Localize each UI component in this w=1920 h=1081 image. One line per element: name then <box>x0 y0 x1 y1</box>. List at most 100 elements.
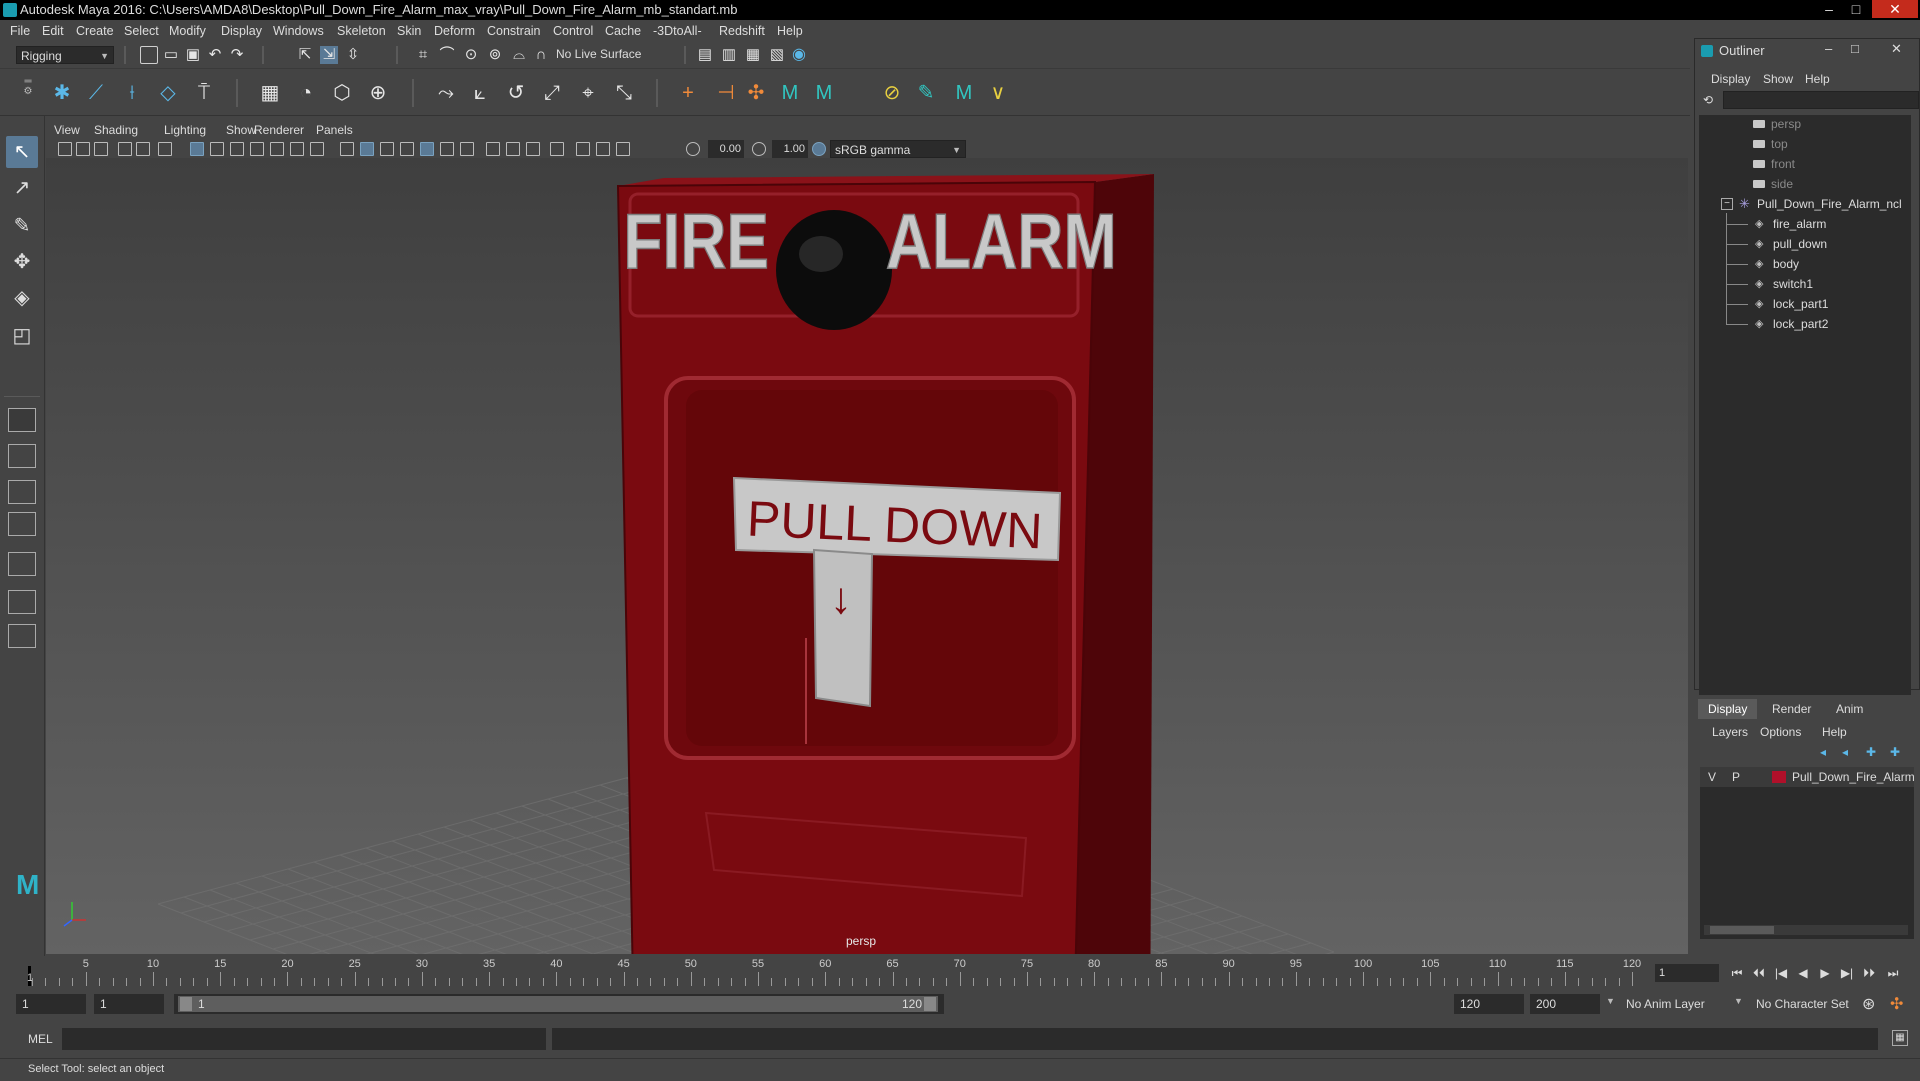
vp-menu-show[interactable]: Show <box>226 123 256 137</box>
redo-icon[interactable]: ↷ <box>228 46 246 64</box>
new-layer-selected-icon[interactable]: ✚ <box>1890 745 1900 759</box>
step-forward-frame-button[interactable]: ▶| <box>1838 964 1856 982</box>
hypershade-icon[interactable]: ◉ <box>790 46 808 64</box>
hypershade-layout-icon[interactable] <box>8 590 36 614</box>
exposure-field[interactable]: 0.00 <box>708 140 744 158</box>
set-key-icon[interactable]: ⊣ <box>714 81 738 105</box>
xray-components-icon[interactable] <box>616 142 630 156</box>
vp-menu-shading[interactable]: Shading <box>94 123 138 137</box>
character-set-dropdown[interactable]: No Character Set <box>1756 997 1849 1011</box>
humanik-icon[interactable]: ⍑ <box>192 81 216 105</box>
redshift-m2-icon[interactable]: M <box>812 81 836 105</box>
time-ruler[interactable]: 1 5 10 15 20 25 30 35 40 45 50 55 60 65 70 75 80 85 90 95 1… <box>27 958 1641 986</box>
minimize-button[interactable]: – <box>1816 0 1842 18</box>
bind-skin-icon[interactable]: ◇ <box>156 81 180 105</box>
menu-redshift[interactable]: Redshift <box>719 24 765 38</box>
two-d-pan-icon[interactable] <box>136 142 150 156</box>
color-management-icon[interactable] <box>812 142 826 156</box>
outliner-close-button[interactable]: ✕ <box>1891 41 1902 57</box>
outliner-item-body[interactable]: ◈ body <box>1699 255 1911 273</box>
start-time-field[interactable]: 1 <box>16 994 86 1014</box>
side-by-side-layout-icon[interactable] <box>8 480 36 504</box>
four-view-layout-icon[interactable] <box>8 444 36 468</box>
menu-display[interactable]: Display <box>221 24 262 38</box>
bookmark-icon[interactable] <box>94 142 108 156</box>
render-frame-icon[interactable]: ▦ <box>744 46 762 64</box>
menu-modify[interactable]: Modify <box>169 24 206 38</box>
outliner-item-persp[interactable]: persp <box>1699 115 1911 133</box>
end-time-field[interactable]: 200 <box>1530 994 1600 1014</box>
pole-vector-icon[interactable]: ⤡ <box>612 81 636 105</box>
tab-display[interactable]: Display <box>1698 699 1758 719</box>
motion-blur-icon[interactable] <box>486 142 500 156</box>
outliner-item-switch1[interactable]: ◈ switch1 <box>1699 275 1911 293</box>
vp-menu-renderer[interactable]: Renderer <box>254 123 304 137</box>
image-plane-icon[interactable] <box>118 142 132 156</box>
textured-icon[interactable] <box>400 142 414 156</box>
menu-create[interactable]: Create <box>76 24 114 38</box>
resolution-gate-icon[interactable] <box>230 142 244 156</box>
color-space-dropdown[interactable]: sRGB gamma ▼ <box>830 140 966 158</box>
depth-of-field-icon[interactable] <box>526 142 540 156</box>
render-view-icon[interactable]: ▥ <box>720 46 738 64</box>
camera-select-icon[interactable] <box>58 142 72 156</box>
go-to-start-button[interactable]: ⏮ <box>1728 964 1746 982</box>
magnet-icon[interactable]: ∩ <box>532 46 550 64</box>
vp-menu-panels[interactable]: Panels <box>316 123 353 137</box>
go-to-end-button[interactable]: ⏭ <box>1884 964 1902 982</box>
step-forward-key-button[interactable]: ⏵⏵ <box>1860 964 1878 982</box>
move-layer-up-icon[interactable]: ◂ <box>1820 745 1826 759</box>
perspective-viewport[interactable]: FIRE ALARM PULL DOWN ↓ persp <box>46 158 1688 954</box>
new-layer-icon[interactable]: ✚ <box>1866 745 1876 759</box>
new-scene-icon[interactable] <box>140 46 158 64</box>
outliner-search-input[interactable] <box>1723 91 1919 109</box>
command-input[interactable] <box>62 1028 546 1050</box>
vertex-icon[interactable]: ∨ <box>986 81 1010 105</box>
rotate-tool-icon[interactable]: ◈ <box>6 282 38 314</box>
grease-pencil-icon[interactable] <box>158 142 172 156</box>
outliner-item-front[interactable]: front <box>1699 155 1911 173</box>
field-chart-icon[interactable] <box>270 142 284 156</box>
ik-spline-icon[interactable]: ⟊ <box>120 81 144 105</box>
ipr-render-icon[interactable]: ▧ <box>768 46 786 64</box>
render-settings-icon[interactable]: ▤ <box>696 46 714 64</box>
safe-action-icon[interactable] <box>290 142 304 156</box>
anti-alias-icon[interactable] <box>506 142 520 156</box>
menu-help[interactable]: Help <box>777 24 803 38</box>
outliner-item-fire-alarm[interactable]: ◈ fire_alarm <box>1699 215 1911 233</box>
range-bar[interactable]: 1 120 <box>174 994 944 1014</box>
outliner-menu-help[interactable]: Help <box>1805 72 1830 86</box>
gate-mask-icon[interactable] <box>250 142 264 156</box>
xray-icon[interactable] <box>576 142 590 156</box>
select-component-icon[interactable]: ⇳ <box>344 46 362 64</box>
orient-constraint-icon[interactable]: ↺ <box>504 81 528 105</box>
vp-menu-lighting[interactable]: Lighting <box>164 123 206 137</box>
brush-icon[interactable]: ✎ <box>914 81 938 105</box>
locator-icon[interactable]: + <box>676 81 700 105</box>
smooth-shade-icon[interactable] <box>360 142 374 156</box>
scale-tool-icon[interactable]: ◰ <box>6 320 38 352</box>
range-right-grip[interactable] <box>924 997 936 1011</box>
layer-hscrollbar[interactable] <box>1704 925 1908 935</box>
select-tool-icon[interactable]: ↖ <box>6 136 38 168</box>
maximize-button[interactable]: □ <box>1843 0 1869 18</box>
outliner-item-lock-part2[interactable]: ◈ lock_part2 <box>1699 315 1911 333</box>
play-backwards-button[interactable]: ◀ <box>1794 964 1812 982</box>
lasso-tool-icon[interactable]: ↗ <box>6 172 38 204</box>
undo-icon[interactable]: ↶ <box>206 46 224 64</box>
menu-skeleton[interactable]: Skeleton <box>337 24 386 38</box>
auto-key-icon[interactable]: ⊛ <box>1862 994 1875 1014</box>
menu-skin[interactable]: Skin <box>397 24 421 38</box>
move-tool-icon[interactable]: ✥ <box>6 246 38 278</box>
playback-end-field[interactable]: 120 <box>1454 994 1524 1014</box>
command-language-label[interactable]: MEL <box>28 1032 53 1046</box>
close-button[interactable]: ✕ <box>1872 0 1918 18</box>
film-gate-icon[interactable] <box>210 142 224 156</box>
snap-grid-icon[interactable]: ⌗ <box>414 46 432 64</box>
layer-playback-toggle[interactable]: P <box>1732 770 1740 784</box>
driven-key-icon[interactable]: ✣ <box>744 81 768 105</box>
select-object-icon[interactable]: ⇲ <box>320 46 338 64</box>
isolate-select-icon[interactable] <box>550 142 564 156</box>
menu-control[interactable]: Control <box>553 24 593 38</box>
chevron-down-icon[interactable]: ▼ <box>1734 996 1743 1006</box>
